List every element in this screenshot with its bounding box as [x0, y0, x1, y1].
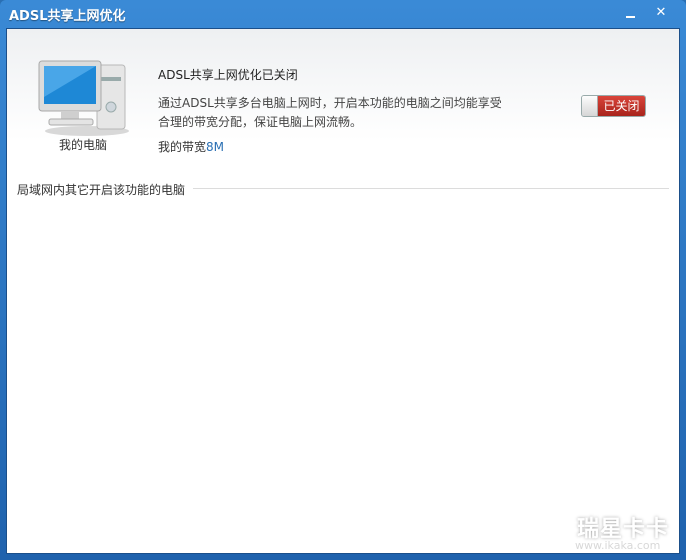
minimize-icon — [626, 16, 635, 18]
computer-icon — [38, 60, 129, 136]
watermark-url: www.ikaka.com — [575, 539, 661, 552]
minimize-button[interactable] — [621, 4, 641, 22]
bandwidth-label: 我的带宽 — [158, 140, 207, 154]
toggle-knob[interactable] — [582, 96, 598, 116]
optimization-toggle[interactable]: 已关闭 — [581, 95, 646, 117]
title-bar[interactable]: ADSL共享上网优化 ✕ — [0, 0, 686, 28]
section-divider — [193, 188, 669, 189]
toggle-label: 已关闭 — [598, 96, 645, 116]
lan-section-title: 局域网内其它开启该功能的电脑 — [17, 183, 186, 197]
bandwidth-value: 8M — [206, 140, 225, 154]
close-button[interactable]: ✕ — [651, 4, 671, 22]
feature-description: 通过ADSL共享多台电脑上网时，开启本功能的电脑之间均能享受合理的带宽分配，保证… — [158, 96, 502, 129]
computer-label: 我的电脑 — [58, 138, 107, 152]
bandwidth-info: 我的带宽8M — [158, 138, 224, 155]
client-area: 我的电脑 ADSL共享上网优化已关闭 通过ADSL共享多台电脑上网时，开启本功能… — [6, 28, 680, 554]
close-icon: ✕ — [655, 5, 667, 20]
app-window: ADSL共享上网优化 ✕ 我的电脑 ADSL共享上网优化已关闭 通过ADSL共享… — [0, 0, 686, 560]
window-title: ADSL共享上网优化 — [9, 9, 126, 24]
watermark: 瑞星卡卡 www.ikaka.com — [555, 507, 685, 555]
status-heading: ADSL共享上网优化已关闭 — [158, 68, 298, 82]
